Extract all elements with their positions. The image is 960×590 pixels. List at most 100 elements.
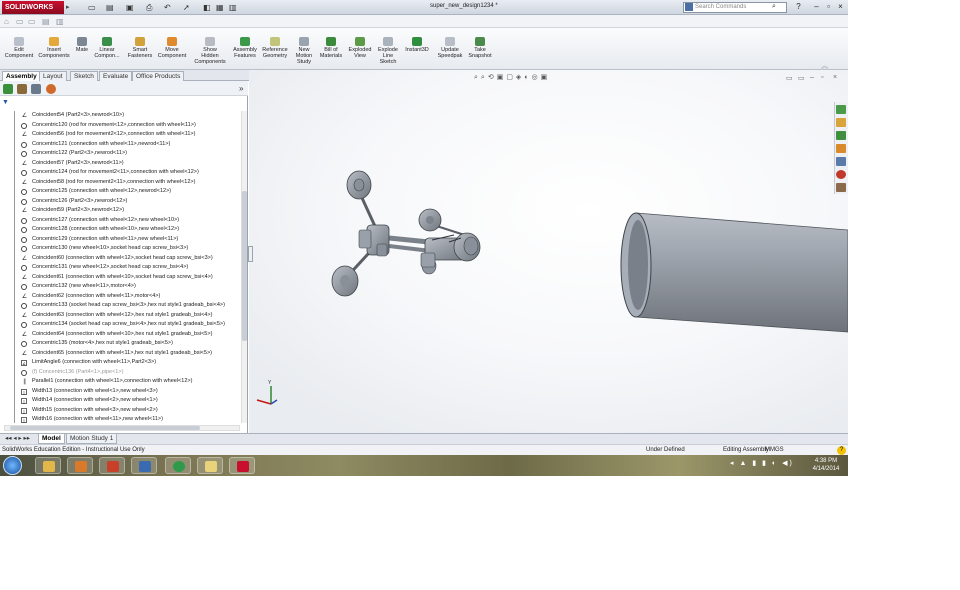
resources-icon[interactable] — [836, 105, 846, 114]
mate-row[interactable]: Concentric135 (motor<4>,hex nut style1 g… — [0, 339, 240, 349]
appearances-icon[interactable] — [836, 170, 846, 179]
options-icon[interactable]: ▥ — [229, 2, 237, 13]
design-library-icon[interactable] — [836, 118, 846, 127]
mate-row[interactable]: Concentric130 (new wheel<10>,socket head… — [0, 244, 240, 254]
tree-scroll-thumb[interactable] — [242, 191, 247, 341]
mate-row[interactable]: Concentric120 (rod for movement<12>,conn… — [0, 120, 240, 131]
mate-row[interactable]: Concentric121 (connection with wheel<11>… — [0, 139, 240, 150]
taskbar-media-player[interactable] — [131, 457, 157, 474]
tab-assembly[interactable]: Assembly — [2, 71, 41, 81]
tree-hscroll-thumb[interactable] — [10, 426, 200, 430]
minimize-button[interactable]: – — [812, 2, 821, 12]
wheel-assembly[interactable] — [331, 170, 481, 297]
viewport-minimize-icon[interactable]: – — [810, 74, 814, 81]
tab-model[interactable]: Model — [38, 434, 65, 444]
collapse-panel-icon[interactable]: » — [239, 84, 243, 93]
model-view[interactable]: Y — [249, 70, 848, 433]
tab-motion-study-1[interactable]: Motion Study 1 — [66, 434, 118, 444]
mate-row[interactable]: Concentric127 (connection with wheel<12>… — [0, 215, 240, 226]
feature-manager-tab-icon[interactable] — [3, 84, 13, 94]
open-icon[interactable]: ▤ — [106, 2, 114, 13]
clock[interactable]: 4:38 PM 4/14/2014 — [806, 457, 846, 473]
close-button[interactable]: × — [836, 2, 845, 12]
mate-row[interactable]: ▯ Width13 (connection with wheel<1>,new w… — [0, 386, 240, 397]
tab-sketch[interactable]: Sketch — [70, 71, 98, 81]
move-component-button[interactable]: Move Component — [152, 37, 192, 59]
rebuild-icon[interactable]: ◧ — [203, 2, 211, 13]
mate-row[interactable]: Concentric122 (Part2<3>,newrod<11>) — [0, 149, 240, 159]
save-small-icon[interactable]: ▭ — [28, 16, 36, 27]
home-icon[interactable]: ⌂ — [4, 16, 9, 27]
help-icon[interactable]: ? — [837, 446, 846, 455]
mate-row[interactable]: Concentric126 (Part2<3>,newrod<12>) — [0, 196, 240, 207]
tab-evaluate[interactable]: Evaluate — [99, 71, 133, 81]
take-snapshot-button[interactable]: Take Snapshot — [460, 37, 500, 59]
mate-row[interactable]: ∠ Coincident54 (Part2<3>,newrod<10>) — [0, 111, 240, 121]
taskbar-chrome[interactable] — [165, 457, 191, 474]
mate-row[interactable]: Concentric134 (socket head cap screw_bsi… — [0, 320, 240, 330]
mate-row[interactable]: ∠ Coincident59 (Part2<3>,newrod<12>) — [0, 206, 240, 216]
mate-row[interactable]: Concentric129 (connection with wheel<11>… — [0, 234, 240, 245]
mate-row[interactable]: ∠ Coincident61 (connection with wheel<10>… — [0, 272, 240, 283]
taskbar-app-6[interactable] — [197, 457, 223, 474]
panel-splitter[interactable] — [248, 246, 253, 262]
solidworks-logo[interactable]: SOLIDWORKS — [2, 1, 64, 14]
mate-row[interactable]: Concentric125 (connection with wheel<12>… — [0, 187, 240, 197]
save-icon[interactable]: ▣ — [126, 2, 134, 13]
layers-icon[interactable]: ▥ — [56, 16, 64, 27]
system-tray[interactable]: ◂ ▲ ▮ ▮ ◐ ◀) — [730, 459, 794, 467]
heads-up-view-toolbar[interactable]: ⌕⌕⟲▣▢◈◐◎▣ — [474, 73, 624, 83]
viewport-close-icon[interactable]: × — [833, 74, 837, 81]
graphics-viewport[interactable]: Y — [249, 70, 848, 433]
mate-row[interactable]: ∥ Parallel1 (connection with wheel<11>,co… — [0, 377, 240, 387]
pipe-part[interactable] — [620, 212, 848, 333]
start-button[interactable] — [3, 456, 22, 475]
mate-row[interactable]: Concentric128 (connection with wheel<10>… — [0, 225, 240, 235]
open-small-icon[interactable]: ▭ — [16, 16, 24, 27]
taskbar-app-2[interactable] — [67, 457, 93, 474]
display-manager-tab-icon[interactable] — [46, 84, 56, 94]
taskbar-app-3[interactable] — [99, 457, 125, 474]
configuration-manager-tab-icon[interactable] — [31, 84, 41, 94]
select-icon[interactable]: ➚ — [183, 2, 190, 13]
help-icon[interactable]: ? — [794, 2, 803, 12]
tab-office-products[interactable]: Office Products — [132, 71, 185, 81]
view-palette-icon[interactable] — [836, 157, 846, 166]
mate-row[interactable]: ∠ Coincident60 (connection with wheel<12>… — [0, 253, 240, 264]
mate-row[interactable]: ∠ Coincident62 (connection with wheel<11>… — [0, 291, 240, 302]
viewport-split-icon[interactable]: ▭ — [798, 74, 805, 82]
mate-row[interactable]: ∡ LimitAngle6 (connection with wheel<11>,… — [0, 358, 240, 368]
print-icon[interactable]: ⎙ — [146, 2, 152, 13]
filter-icon[interactable]: ▼ — [2, 99, 9, 106]
mate-row[interactable]: ∠ Coincident56 (rod for movement2<12>,con… — [0, 130, 240, 140]
search-tab-icon[interactable] — [836, 144, 846, 153]
tab-scroll-arrows[interactable]: ◂◂ ◂ ▸ ▸▸ — [2, 434, 33, 444]
mate-row[interactable]: ∠ Coincident57 (Part2<3>,newrod<11>) — [0, 158, 240, 169]
mate-row[interactable]: ∠ Coincident63 (connection with wheel<12>… — [0, 310, 240, 321]
viewport-tile-icon[interactable]: ▭ — [786, 74, 793, 82]
viewport-restore-icon[interactable]: ▫ — [821, 74, 823, 81]
tab-layout[interactable]: Layout — [39, 71, 67, 81]
property-manager-tab-icon[interactable] — [17, 84, 27, 94]
new-document-icon[interactable]: ▭ — [88, 2, 96, 13]
mate-row[interactable]: (f) Concentric136 (Part4<1>,pipe<1>) — [0, 367, 240, 378]
undo-icon[interactable]: ↶ — [164, 2, 171, 13]
mate-row[interactable]: Concentric133 (socket head cap screw_bsi… — [0, 301, 240, 311]
mate-row[interactable]: ▯ Width16 (connection with wheel<11>,new … — [0, 415, 240, 423]
file-properties-icon[interactable]: ▦ — [216, 2, 224, 13]
mate-row[interactable]: ▯ Width14 (connection with wheel<2>,new w… — [0, 396, 240, 406]
show-hidden-components-button[interactable]: Show Hidden Components — [190, 37, 230, 65]
restore-button[interactable]: ▫ — [824, 2, 833, 12]
taskbar-solidworks[interactable] — [229, 457, 255, 474]
print-small-icon[interactable]: ▤ — [42, 16, 50, 27]
mate-row[interactable]: Concentric124 (rod for movement2<11>,con… — [0, 168, 240, 178]
mate-row[interactable]: ∠ Coincident65 (connection with wheel<11>… — [0, 348, 240, 359]
mate-row[interactable]: ∠ Coincident64 (connection with wheel<10>… — [0, 329, 240, 340]
file-explorer-icon[interactable] — [836, 131, 846, 140]
mate-row[interactable]: ∠ Coincident58 (rod for movement2<11>,con… — [0, 177, 240, 188]
mate-row[interactable]: ▯ Width15 (connection with wheel<3>,new w… — [0, 405, 240, 416]
mate-row[interactable]: Concentric131 (new wheel<12>,socket head… — [0, 263, 240, 273]
taskbar-explorer[interactable] — [35, 457, 61, 474]
menu-arrow-icon[interactable]: ▸ — [66, 3, 70, 11]
search-icon[interactable]: ⌕ — [772, 3, 776, 11]
